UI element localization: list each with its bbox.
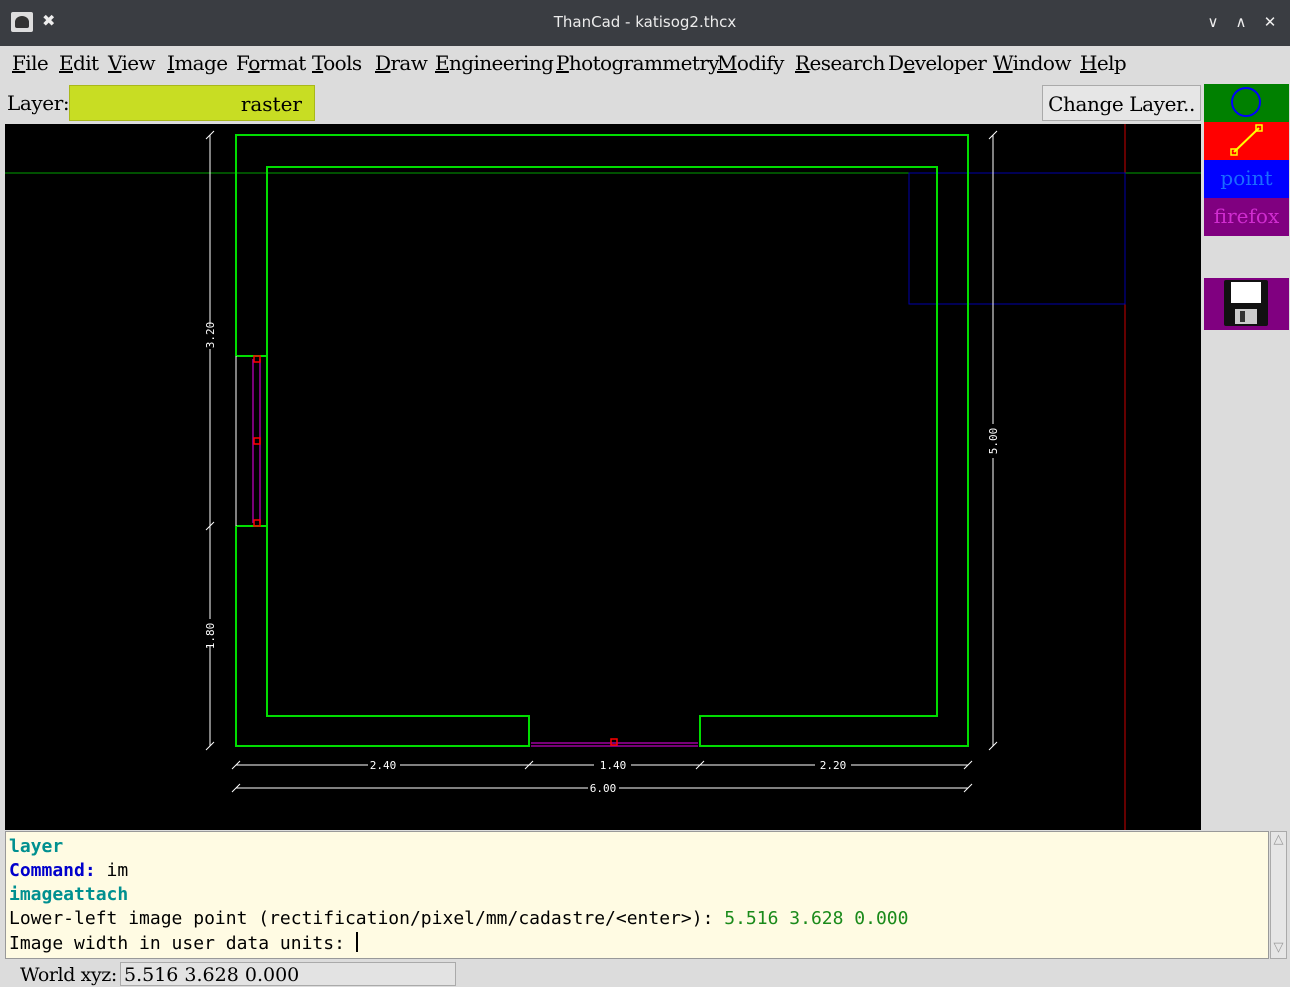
console-prompt: Image width in user data units: xyxy=(9,933,356,954)
text-cursor xyxy=(355,932,358,952)
floorplan-drawing: 3.20 1.80 5.00 2.40 1.40 2.20 6.00 xyxy=(5,124,1201,830)
coordinates-readout: 5.516 3.628 0.000 xyxy=(120,962,456,986)
firefox-tool-button[interactable]: firefox xyxy=(1204,198,1289,236)
console-line: layer xyxy=(9,836,64,857)
minimize-icon[interactable]: ∨ xyxy=(1202,10,1224,34)
tool-palette: point firefox xyxy=(1203,82,1290,830)
scroll-down-icon[interactable]: ▽ xyxy=(1271,940,1286,958)
change-layer-button[interactable]: Change Layer.. xyxy=(1042,85,1201,121)
console-scrollbar[interactable]: △ ▽ xyxy=(1270,831,1287,959)
menu-file[interactable]: File xyxy=(12,51,49,75)
menu-research[interactable]: Research xyxy=(795,51,885,75)
menu-image[interactable]: Image xyxy=(167,51,228,75)
line-tool-button[interactable] xyxy=(1204,122,1289,160)
current-layer-field[interactable]: raster xyxy=(69,85,315,121)
coordinates-label: World xyz: xyxy=(20,964,117,986)
menu-photogrammetry[interactable]: Photogrammetry xyxy=(556,51,720,75)
point-tool-button[interactable]: point xyxy=(1204,160,1289,198)
dim-left-lower: 1.80 xyxy=(204,623,217,650)
scroll-up-icon[interactable]: △ xyxy=(1271,832,1286,850)
console-value: 5.516 3.628 0.000 xyxy=(724,908,909,929)
selection-box xyxy=(908,172,1126,305)
dim-bottom-mid: 1.40 xyxy=(600,759,627,772)
status-bar: World xyz: 5.516 3.628 0.000 xyxy=(0,960,1290,987)
close-icon[interactable]: ✕ xyxy=(1259,10,1281,34)
menu-view[interactable]: View xyxy=(108,51,156,75)
circle-icon xyxy=(1231,87,1261,117)
menu-edit[interactable]: Edit xyxy=(59,51,99,75)
grip-marker[interactable] xyxy=(610,738,618,746)
drawing-canvas[interactable]: 3.20 1.80 5.00 2.40 1.40 2.20 6.00 xyxy=(5,124,1201,830)
menu-developer[interactable]: Developer xyxy=(888,51,987,75)
menu-modify[interactable]: Modify xyxy=(717,51,784,75)
dim-right: 5.00 xyxy=(987,428,1000,455)
dim-bottom-right: 2.20 xyxy=(820,759,847,772)
line-icon xyxy=(1230,124,1263,156)
menu-help[interactable]: Help xyxy=(1080,51,1127,75)
console-input-echo: im xyxy=(95,860,129,881)
menu-bar: File Edit View Image Format Tools Draw E… xyxy=(0,46,1290,82)
dim-bottom-total: 6.00 xyxy=(590,782,617,795)
dim-bottom-left: 2.40 xyxy=(370,759,397,772)
menu-draw[interactable]: Draw xyxy=(375,51,428,75)
menu-engineering[interactable]: Engineering xyxy=(435,51,554,75)
console-prompt: Lower-left image point (rectification/pi… xyxy=(9,908,725,929)
floppy-disk-icon xyxy=(1224,280,1268,326)
grip-marker[interactable] xyxy=(253,437,261,445)
console-line: imageattach xyxy=(9,884,129,905)
circle-tool-button[interactable] xyxy=(1204,84,1289,122)
wall-outline xyxy=(235,134,969,747)
command-console[interactable]: layer Command: im imageattach Lower-left… xyxy=(5,831,1269,959)
save-tool-button[interactable] xyxy=(1204,278,1289,330)
console-line[interactable]: Image width in user data units: xyxy=(9,932,358,954)
window-title: ThanCad - katisog2.thcx xyxy=(553,13,737,31)
menu-window[interactable]: Window xyxy=(993,51,1071,75)
dim-left-upper: 3.20 xyxy=(204,322,217,349)
maximize-icon[interactable]: ∧ xyxy=(1230,10,1252,34)
menu-tools[interactable]: Tools xyxy=(312,51,362,75)
title-bar: ✖ ThanCad - katisog2.thcx ∨ ∧ ✕ xyxy=(0,0,1290,46)
console-prompt: Command: xyxy=(9,860,96,881)
console-line: Command: im xyxy=(9,860,128,881)
dimension-lines xyxy=(205,130,998,793)
layer-label: Layer: xyxy=(7,91,70,115)
layer-bar: Layer: raster Change Layer.. xyxy=(0,82,1203,122)
console-line: Lower-left image point (rectification/pi… xyxy=(9,908,908,929)
menu-format[interactable]: Format xyxy=(236,51,306,75)
